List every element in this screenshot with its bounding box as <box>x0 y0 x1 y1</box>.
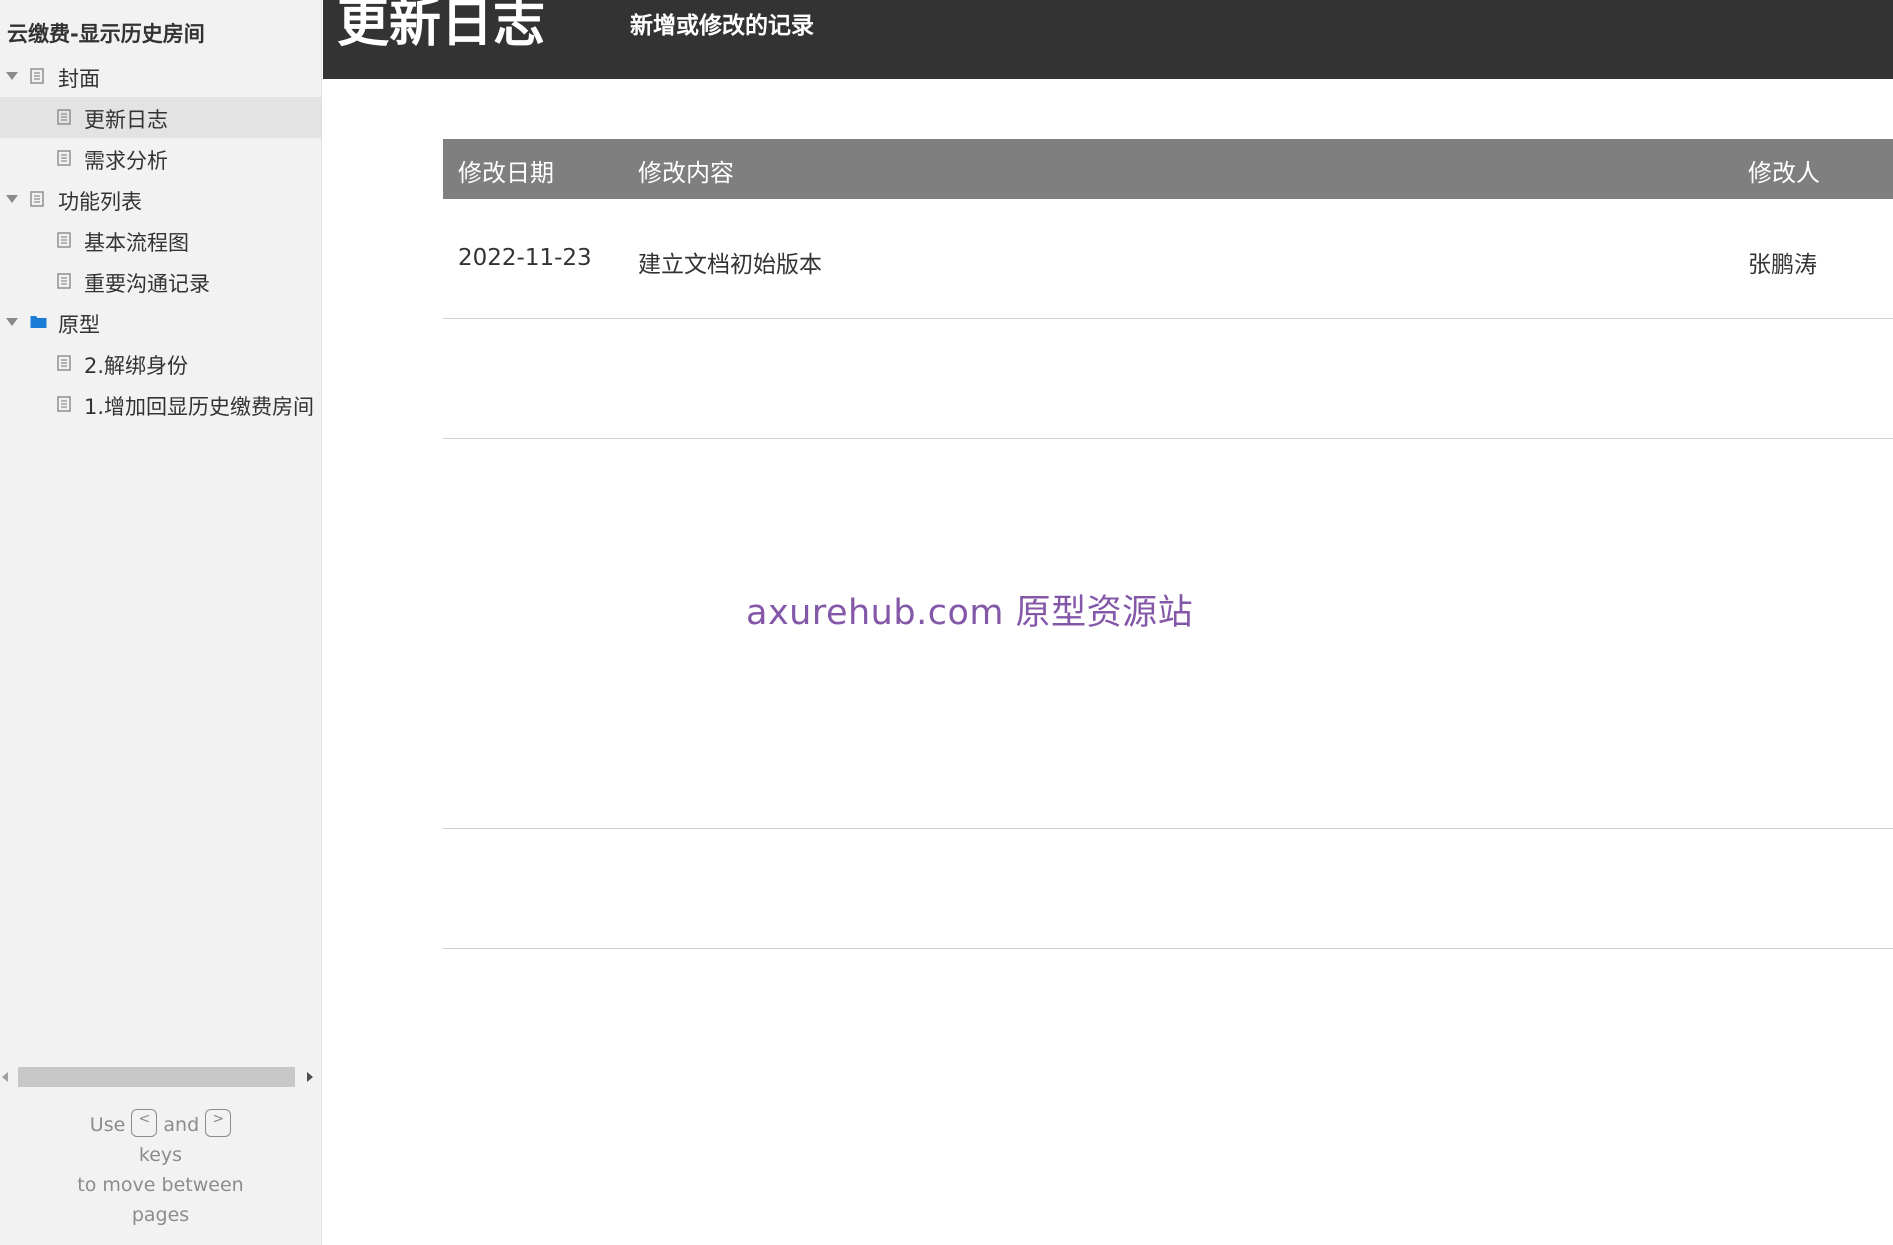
column-header-date: 修改日期 <box>458 159 554 187</box>
page-title: 更新日志 <box>337 0 546 54</box>
tree-item-changelog[interactable]: 更新日志 <box>0 97 321 138</box>
scroll-right-icon[interactable] <box>307 1072 313 1082</box>
page-header: 更新日志 新增或修改的记录 <box>323 0 1893 79</box>
page-icon <box>57 232 71 248</box>
help-use-text: Use <box>89 1114 126 1136</box>
tree-item-label: 2.解绑身份 <box>84 354 189 378</box>
tree-item-label: 基本流程图 <box>84 231 189 255</box>
expand-toggle-icon[interactable] <box>6 195 18 203</box>
column-header-content: 修改内容 <box>638 159 734 187</box>
page-icon <box>57 150 71 166</box>
column-header-author: 修改人 <box>1748 159 1820 187</box>
table-row-empty <box>443 319 1893 439</box>
help-move-text: to move between <box>77 1174 244 1196</box>
tree-item-label: 1.增加回显历史缴费房间 <box>84 395 315 419</box>
tree-item-communication-log[interactable]: 重要沟通记录 <box>0 261 321 302</box>
page-tree: 封面 更新日志 需求分析 功能列表 基本流程图 重要沟通记录 原型 2.解绑身份… <box>0 56 321 425</box>
page-subtitle: 新增或修改的记录 <box>630 13 814 39</box>
tree-item-label: 功能列表 <box>58 190 142 214</box>
expand-toggle-icon[interactable] <box>6 72 18 80</box>
expand-toggle-icon[interactable] <box>6 318 18 326</box>
page-icon <box>30 191 44 207</box>
scroll-left-icon[interactable] <box>2 1072 8 1082</box>
tree-item-flowchart[interactable]: 基本流程图 <box>0 220 321 261</box>
tree-item-label: 重要沟通记录 <box>84 272 210 296</box>
page-icon <box>57 355 71 371</box>
tree-item-unbind-identity[interactable]: 2.解绑身份 <box>0 343 321 384</box>
tree-item-requirements[interactable]: 需求分析 <box>0 138 321 179</box>
project-title: 云缴费-显示历史房间 <box>7 22 205 46</box>
sitemap-sidebar: 云缴费-显示历史房间 封面 更新日志 需求分析 功能列表 基本流程图 重要沟通记… <box>0 0 322 1245</box>
prev-key-icon: < <box>131 1108 158 1137</box>
keyboard-help: Use < and > keys to move between pages <box>0 1108 321 1230</box>
help-and-text: and <box>163 1114 200 1136</box>
help-keys-text: keys <box>138 1144 183 1166</box>
table-row-empty <box>443 829 1893 949</box>
tree-item-label: 更新日志 <box>84 108 168 132</box>
tree-item-label: 原型 <box>58 313 100 337</box>
table-row: 2022-11-23 建立文档初始版本 张鹏涛 <box>443 199 1893 319</box>
tree-item-prototype-folder[interactable]: 原型 <box>0 302 321 343</box>
tree-item-label: 需求分析 <box>84 149 168 173</box>
cell-date: 2022-11-23 <box>458 245 592 271</box>
horizontal-scrollbar[interactable] <box>0 1067 321 1087</box>
scrollbar-thumb[interactable] <box>18 1067 295 1087</box>
folder-icon <box>30 316 47 328</box>
tree-item-label: 封面 <box>58 67 100 91</box>
cell-author: 张鹏涛 <box>1748 252 1817 278</box>
next-key-icon: > <box>205 1108 232 1137</box>
table-header: 修改日期 修改内容 修改人 <box>443 139 1893 199</box>
tree-item-cover[interactable]: 封面 <box>0 56 321 97</box>
page-icon <box>57 396 71 412</box>
tree-item-feature-list[interactable]: 功能列表 <box>0 179 321 220</box>
page-icon <box>30 68 44 84</box>
cell-content: 建立文档初始版本 <box>638 252 822 278</box>
page-icon <box>57 109 71 125</box>
help-pages-text: pages <box>131 1204 190 1226</box>
page-icon <box>57 273 71 289</box>
watermark-text: axurehub.com 原型资源站 <box>746 593 1194 633</box>
tree-item-show-history-rooms[interactable]: 1.增加回显历史缴费房间 <box>0 384 321 425</box>
